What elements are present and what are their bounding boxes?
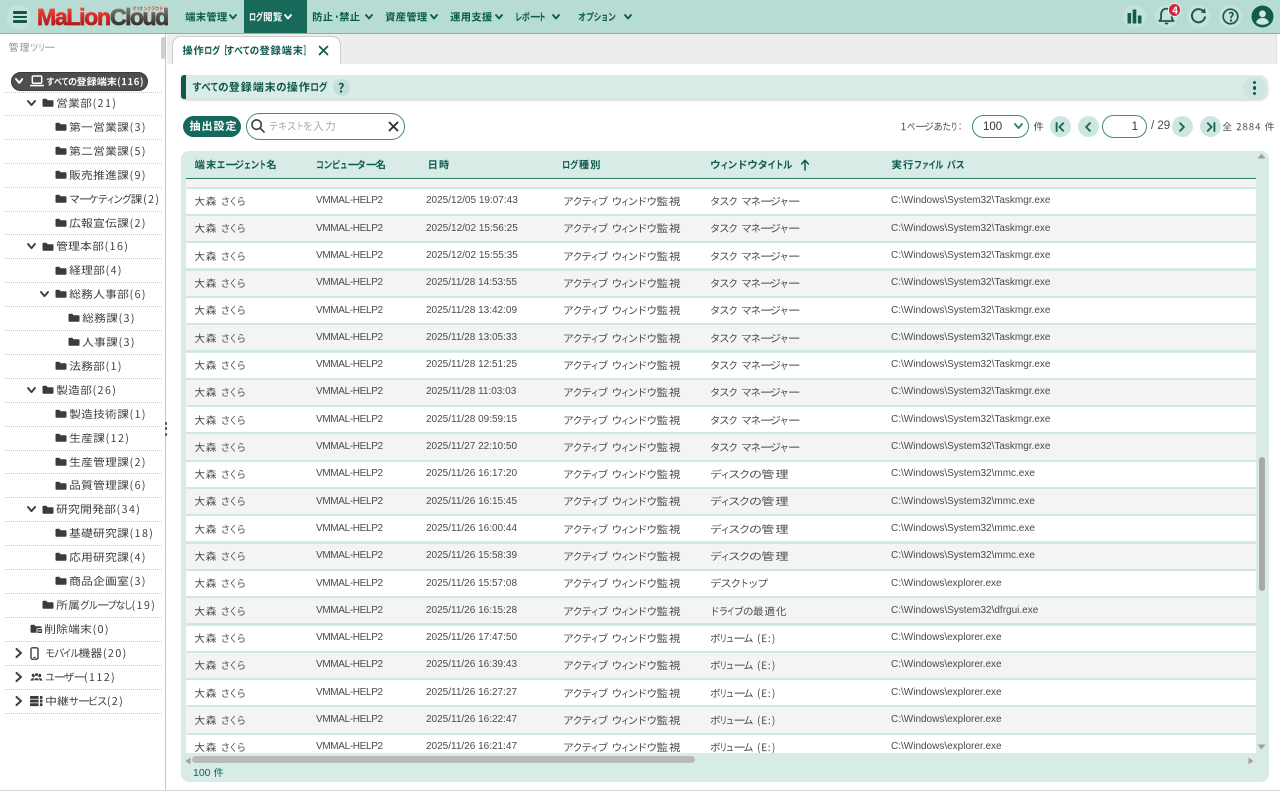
svg-text:MaLion: MaLion [37,4,110,30]
